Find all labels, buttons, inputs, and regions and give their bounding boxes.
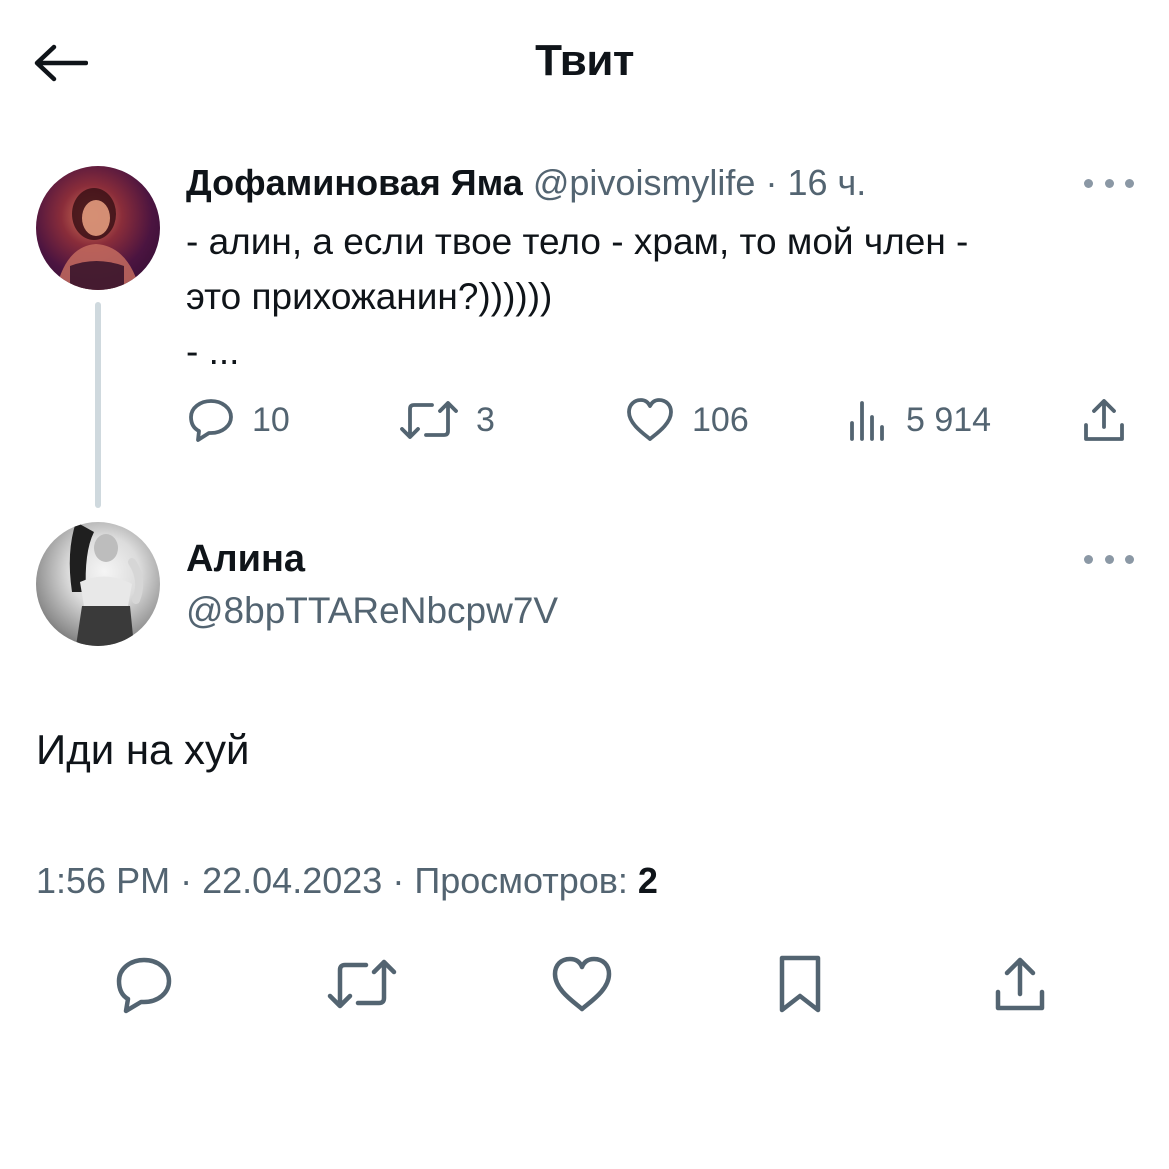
views-button[interactable]: 5 914 <box>846 392 991 448</box>
speech-bubble-icon <box>189 399 233 442</box>
top-bar: Твит <box>0 0 1169 130</box>
tweet-text-line: - алин, а если твое тело - храм, то мой … <box>186 221 969 262</box>
heart-icon <box>552 956 612 1012</box>
tweet-text-line: это прихожанин?)))))) <box>186 276 553 317</box>
reply-button[interactable] <box>104 944 184 1024</box>
author-name[interactable]: Алина <box>186 534 305 584</box>
bar-chart-icon <box>850 401 884 441</box>
bookmark-icon <box>779 955 821 1013</box>
thread-connector-line <box>95 302 101 508</box>
retweet-button[interactable]: 3 <box>398 392 495 448</box>
tweet-date[interactable]: 22.04.2023 <box>202 860 382 901</box>
retweet-icon <box>327 959 397 1009</box>
retweet-icon <box>400 401 458 439</box>
avatar-photo <box>56 188 140 290</box>
more-options-button[interactable] <box>1084 168 1134 198</box>
author-handle[interactable]: @pivoismylife <box>533 162 756 203</box>
share-button[interactable] <box>1080 392 1128 448</box>
bookmark-button[interactable] <box>760 944 840 1024</box>
more-options-button[interactable] <box>1084 544 1134 574</box>
tweet-text: Иди на хуй <box>36 726 250 773</box>
share-button[interactable] <box>980 944 1060 1024</box>
separator: · <box>180 860 193 901</box>
share-icon <box>1084 399 1124 441</box>
avatar-photo <box>69 522 144 646</box>
views-count: 5 914 <box>906 400 992 439</box>
tweet-meta: 1:56 PM · 22.04.2023 · Просмотров: 2 <box>36 856 658 906</box>
heart-icon <box>627 398 673 441</box>
tweet-text-line: - ... <box>186 331 240 372</box>
author-handle[interactable]: @8bpTTAReNbcpw7V <box>186 586 558 636</box>
views-label: Просмотров: <box>414 860 628 901</box>
avatar[interactable] <box>36 522 160 646</box>
retweet-count: 3 <box>476 400 495 439</box>
author-name[interactable]: Дофаминовая Яма <box>186 162 523 203</box>
retweet-button[interactable] <box>322 944 402 1024</box>
like-button[interactable] <box>542 944 622 1024</box>
speech-bubble-icon <box>116 957 172 1014</box>
tweet-header: Дофаминовая Яма @pivoismylife · 16 ч. <box>186 158 866 208</box>
avatar[interactable] <box>36 166 160 290</box>
separator: · <box>765 162 778 203</box>
tweet-time[interactable]: 1:56 PM <box>36 860 170 901</box>
reply-count: 10 <box>252 400 290 439</box>
views-count[interactable]: 2 <box>638 860 658 901</box>
tweet-time[interactable]: 16 ч. <box>787 162 866 203</box>
separator: · <box>392 860 405 901</box>
like-button[interactable]: 106 <box>624 392 749 448</box>
ellipsis-icon <box>1084 554 1093 564</box>
like-count: 106 <box>692 400 749 439</box>
ellipsis-icon <box>1084 178 1093 188</box>
reply-button[interactable]: 10 <box>186 392 290 448</box>
share-icon <box>995 957 1045 1011</box>
page-title: Твит <box>535 36 634 85</box>
tweet-text: - алин, а если твое тело - храм, то мой … <box>186 214 1126 379</box>
